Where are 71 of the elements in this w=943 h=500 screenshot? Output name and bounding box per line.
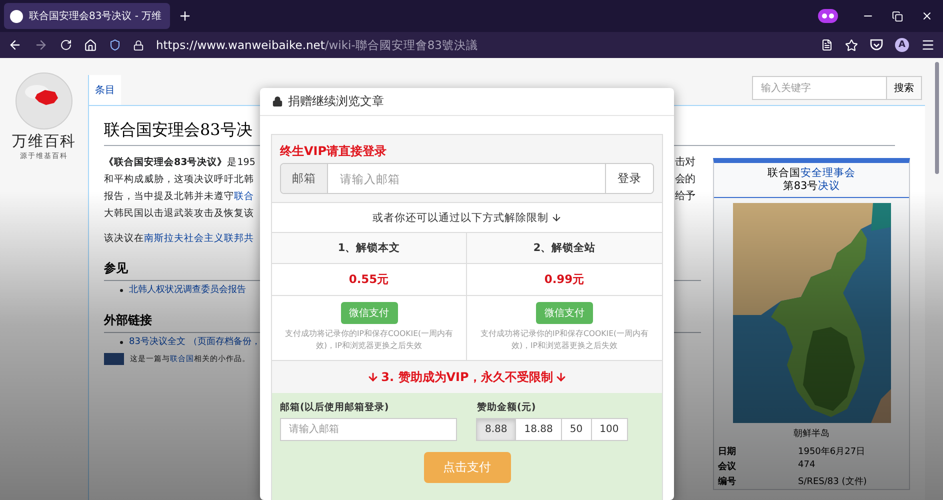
article-title: 联合国安理会83号决 bbox=[104, 120, 252, 141]
option-heading: 2、解锁全站 bbox=[467, 233, 662, 263]
list-link[interactable]: 北韩人权状况调查委员会报告 bbox=[104, 281, 261, 299]
email-addon-label: 邮箱 bbox=[281, 164, 328, 193]
map-caption: 朝鲜半岛 bbox=[794, 428, 830, 440]
infobox-title: 联合国安全理事会 bbox=[768, 167, 856, 180]
paragraph-line: 该决议在南斯拉夫社会主义联邦共 bbox=[104, 232, 255, 246]
tab-title: 联合国安理会83号决议 - 万维 bbox=[29, 10, 162, 23]
paragraph-line: 击对 bbox=[675, 155, 696, 170]
vip-login-title: 终生VIP请直接登录 bbox=[280, 143, 388, 160]
browser-tab[interactable]: 联合国安理会83号决议 - 万维 bbox=[4, 3, 170, 29]
url-host[interactable]: https://www.wanweibaike.net bbox=[156, 38, 325, 52]
dialog-title: 捐赠继续浏览文章 bbox=[288, 93, 384, 110]
menu-icon[interactable] bbox=[921, 38, 935, 52]
amount-option[interactable]: 18.88 bbox=[515, 418, 562, 441]
lock-icon[interactable] bbox=[133, 40, 144, 50]
infobox-label: 编号 bbox=[718, 475, 737, 488]
email-field[interactable]: 请输入邮箱 bbox=[280, 418, 457, 441]
search-button[interactable]: 搜索 bbox=[887, 76, 922, 100]
paragraph-line: 报告，当中提及北韩并未遵守联合 bbox=[104, 190, 255, 204]
logo-name: 万维百科 bbox=[12, 132, 76, 151]
infobox-value: 1950年6月27日 bbox=[798, 446, 866, 458]
restore-icon[interactable] bbox=[892, 10, 903, 22]
amount-option[interactable]: 50 bbox=[560, 418, 592, 441]
forward-icon[interactable] bbox=[34, 38, 48, 52]
infobox-title: 第83号决议 bbox=[782, 180, 840, 193]
paragraph-line: 和平构成威胁，这项决议呼吁北韩 bbox=[104, 173, 255, 187]
section-heading: 外部链接 bbox=[104, 313, 152, 327]
infobox-value: S/RES/83 (文件) bbox=[798, 476, 868, 488]
email-label: 邮箱(以后使用邮箱登录) bbox=[280, 401, 390, 414]
globe-logo-icon bbox=[15, 72, 73, 130]
arrow-down-icon bbox=[550, 212, 562, 223]
scrollbar-thumb[interactable] bbox=[935, 62, 939, 174]
account-avatar[interactable]: A bbox=[895, 38, 909, 52]
back-icon[interactable] bbox=[8, 38, 22, 52]
paragraph-line: 给予 bbox=[675, 189, 696, 204]
login-button[interactable]: 登录 bbox=[605, 164, 653, 193]
amount-option[interactable]: 100 bbox=[590, 418, 628, 441]
arrow-down-icon bbox=[367, 371, 380, 383]
article-tab[interactable]: 条目 bbox=[88, 75, 121, 105]
section-heading: 参见 bbox=[104, 261, 128, 275]
email-login-field[interactable]: 邮箱 请输入邮箱 登录 bbox=[280, 163, 654, 194]
stub-flag-icon bbox=[104, 353, 124, 365]
bookmark-star-icon[interactable] bbox=[845, 38, 858, 52]
option-price: 0.55元 bbox=[348, 271, 390, 288]
infobox-label: 日期 bbox=[718, 446, 737, 458]
alternative-hint: 或者你还可以通过以下方式解除限制 bbox=[372, 210, 548, 224]
infobox-label: 会议 bbox=[718, 460, 737, 473]
lock-icon bbox=[272, 96, 283, 107]
shield-icon[interactable] bbox=[109, 39, 121, 51]
list-link[interactable]: 83号决议全文 （页面存档备份， bbox=[104, 333, 261, 351]
site-favicon-icon bbox=[10, 10, 23, 22]
option-heading: 1、解锁本文 bbox=[272, 233, 466, 263]
close-icon[interactable] bbox=[921, 10, 933, 22]
home-icon[interactable] bbox=[84, 38, 97, 52]
paragraph-line: 《联合国安理会83号决议》是195 bbox=[104, 156, 256, 170]
paragraph-line: 大韩民国以击退武装攻击及恢复该 bbox=[104, 207, 255, 221]
paragraph-line: 会的 bbox=[675, 172, 696, 187]
reader-view-icon[interactable] bbox=[821, 39, 833, 51]
vip-banner-text: 3. 赞助成为VIP，永久不受限制 bbox=[381, 368, 553, 386]
reload-icon[interactable] bbox=[60, 39, 72, 51]
infobox-value: 474 bbox=[798, 460, 816, 472]
url-path[interactable]: /wiki-聯合國安理會83號決議 bbox=[324, 38, 478, 52]
mask-icon[interactable] bbox=[818, 9, 838, 23]
arrow-down-icon bbox=[554, 371, 567, 383]
pocket-icon[interactable] bbox=[870, 39, 883, 51]
amount-option[interactable]: 8.88 bbox=[476, 418, 516, 441]
new-tab-icon[interactable] bbox=[178, 9, 192, 23]
search-field[interactable]: 输入关键字 bbox=[752, 76, 887, 100]
option-price: 0.99元 bbox=[544, 271, 585, 288]
amount-label: 赞助金额(元) bbox=[477, 401, 537, 414]
